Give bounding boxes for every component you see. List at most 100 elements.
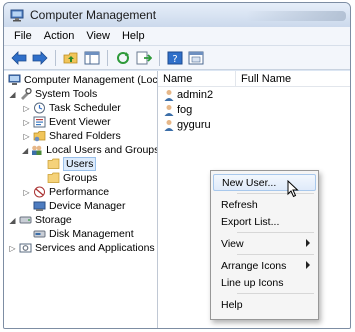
expand-arrow-icon[interactable]: ▷ <box>22 188 31 197</box>
help-icon: ? <box>167 51 183 65</box>
collapse-arrow-icon[interactable]: ◢ <box>22 146 28 155</box>
expand-arrow-icon[interactable]: ▷ <box>22 132 31 141</box>
toolbar-separator <box>107 49 108 66</box>
tree-item-local-users-groups[interactable]: ◢ Local Users and Groups <box>4 143 157 157</box>
submenu-arrow-icon <box>306 261 310 269</box>
system-tools-icon <box>19 88 32 100</box>
tree-item-task-scheduler[interactable]: ▷ Task Scheduler <box>4 101 157 115</box>
menu-view[interactable]: View <box>80 30 116 42</box>
list-item[interactable]: fog <box>158 102 350 117</box>
forward-button[interactable] <box>31 49 49 67</box>
tree-label-local-users-groups: Local Users and Groups <box>46 144 158 156</box>
list-item[interactable]: gyguru <box>158 117 350 132</box>
submenu-arrow-icon <box>306 239 310 247</box>
tree-item-event-viewer[interactable]: ▷ Event Viewer <box>4 115 157 129</box>
menu-item-refresh[interactable]: Refresh <box>213 196 316 213</box>
menu-separator <box>237 232 314 233</box>
menu-bar: File Action View Help <box>4 27 350 46</box>
tree-item-system-tools[interactable]: ◢ System Tools <box>4 87 157 101</box>
up-one-level-button[interactable] <box>62 49 80 67</box>
user-name: admin2 <box>177 88 214 101</box>
refresh-icon <box>117 51 129 64</box>
performance-icon <box>33 186 46 198</box>
menu-item-arrange-icons[interactable]: Arrange Icons <box>213 257 316 274</box>
column-header-full-name[interactable]: Full Name <box>236 73 291 85</box>
tree-label-services-apps: Services and Applications <box>35 242 155 254</box>
tree-label-device-manager: Device Manager <box>49 200 126 212</box>
menu-item-label: New User... <box>222 176 277 189</box>
menu-item-label: View <box>221 237 244 250</box>
menu-separator <box>237 193 314 194</box>
export-list-button[interactable] <box>135 49 153 67</box>
tree-label-storage: Storage <box>35 214 72 226</box>
tree-item-performance[interactable]: ▷ Performance <box>4 185 157 199</box>
menu-help[interactable]: Help <box>116 30 151 42</box>
menu-item-label: Refresh <box>221 198 258 211</box>
user-name: fog <box>177 103 193 116</box>
blurred-background-title <box>246 11 346 21</box>
show-hide-tree-icon <box>84 51 100 64</box>
menu-file[interactable]: File <box>8 30 38 42</box>
context-menu: New User... Refresh Export List... View … <box>210 170 319 320</box>
tree-label-disk-management: Disk Management <box>49 228 134 240</box>
tree-item-shared-folders[interactable]: ▷ Shared Folders <box>4 129 157 143</box>
tree-label-users: Users <box>63 157 97 171</box>
menu-item-view[interactable]: View <box>213 235 316 252</box>
expand-arrow-icon[interactable]: ▷ <box>22 104 31 113</box>
user-icon <box>164 89 174 101</box>
back-arrow-icon <box>11 50 27 65</box>
help-button[interactable]: ? <box>166 49 184 67</box>
shared-folder-icon <box>33 130 46 142</box>
list-header: Name Full Name <box>158 71 350 87</box>
export-list-icon <box>136 51 152 64</box>
menu-action[interactable]: Action <box>38 30 81 42</box>
event-viewer-icon <box>33 116 46 128</box>
menu-item-label: Arrange Icons <box>221 259 287 272</box>
tree-item-users[interactable]: Users <box>4 157 157 171</box>
tree-item-storage[interactable]: ◢ Storage <box>4 213 157 227</box>
folder-icon <box>47 158 60 170</box>
show-hide-tree-button[interactable] <box>83 49 101 67</box>
tree-item-groups[interactable]: Groups <box>4 171 157 185</box>
list-item[interactable]: admin2 <box>158 87 350 102</box>
menu-item-export-list[interactable]: Export List... <box>213 213 316 230</box>
properties-icon <box>188 51 204 64</box>
menu-separator <box>237 293 314 294</box>
console-tree: Computer Management (Local ◢ System Tool… <box>4 71 158 328</box>
collapse-arrow-icon[interactable]: ◢ <box>8 90 17 99</box>
expand-arrow-icon[interactable]: ▷ <box>22 118 31 127</box>
menu-item-label: Help <box>221 298 243 311</box>
menu-item-label: Export List... <box>221 215 280 228</box>
tree-label-event-viewer: Event Viewer <box>49 116 111 128</box>
menu-separator <box>237 254 314 255</box>
tree-item-device-manager[interactable]: Device Manager <box>4 199 157 213</box>
computer-management-icon <box>8 74 21 86</box>
user-icon <box>164 119 174 131</box>
folder-icon <box>47 172 60 184</box>
toolbar-separator <box>159 49 160 66</box>
up-folder-icon <box>63 52 78 63</box>
toolbar-separator <box>55 49 56 66</box>
collapse-arrow-icon[interactable]: ◢ <box>8 216 17 225</box>
tree-label-groups: Groups <box>63 172 98 184</box>
menu-item-new-user[interactable]: New User... <box>213 174 316 191</box>
back-button[interactable] <box>10 49 28 67</box>
refresh-button[interactable] <box>114 49 132 67</box>
svg-text:?: ? <box>172 54 177 65</box>
menu-item-line-up-icons[interactable]: Line up Icons <box>213 274 316 291</box>
expand-arrow-icon[interactable]: ▷ <box>8 244 17 253</box>
menu-item-label: Line up Icons <box>221 276 284 289</box>
menu-item-help[interactable]: Help <box>213 296 316 313</box>
toolbar: ? <box>4 46 350 70</box>
properties-button[interactable] <box>187 49 205 67</box>
tree-item-disk-management[interactable]: Disk Management <box>4 227 157 241</box>
tree-item-services-apps[interactable]: ▷ Services and Applications <box>4 241 157 255</box>
column-header-name[interactable]: Name <box>158 71 236 86</box>
tree-label-system-tools: System Tools <box>35 88 98 100</box>
window-title: Computer Management <box>30 8 157 22</box>
tree-item-computer-management[interactable]: Computer Management (Local <box>4 73 157 87</box>
tree-label-root: Computer Management (Local <box>24 74 158 86</box>
tree-label-task-scheduler: Task Scheduler <box>49 102 121 114</box>
tree-label-shared-folders: Shared Folders <box>49 130 121 142</box>
title-bar[interactable]: Computer Management <box>4 3 350 27</box>
